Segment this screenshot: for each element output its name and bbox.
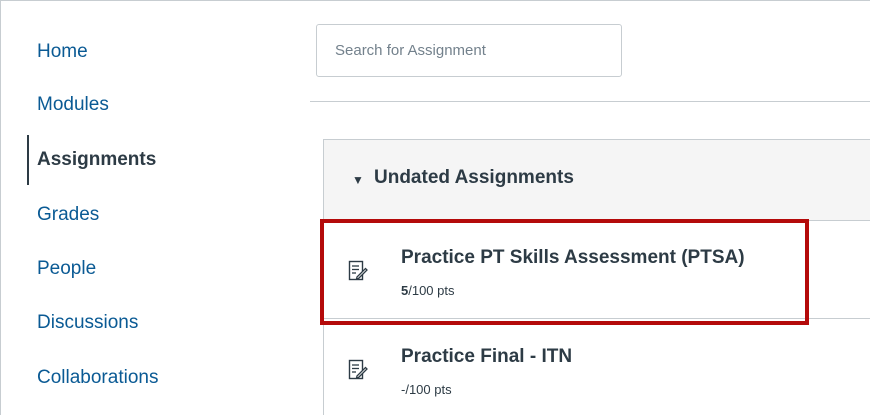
nav-item-people[interactable]: People (37, 254, 96, 284)
caret-down-icon: ▼ (352, 173, 364, 187)
assignment-points: -/100 pts (401, 382, 452, 397)
nav-active-indicator (27, 135, 29, 185)
assignment-edit-icon (348, 359, 368, 380)
nav-item-discussions[interactable]: Discussions (37, 308, 138, 338)
assignment-total: /100 pts (405, 382, 452, 397)
highlight-box (320, 219, 809, 325)
assignment-row[interactable]: Practice Final - ITN -/100 pts (324, 320, 870, 418)
nav-item-assignments[interactable]: Assignments (37, 145, 156, 175)
nav-item-collaborations[interactable]: Collaborations (37, 363, 158, 393)
assignment-title[interactable]: Practice Final - ITN (401, 346, 572, 368)
nav-item-modules[interactable]: Modules (37, 90, 109, 120)
search-assignment-input[interactable] (316, 24, 622, 77)
assignment-group-title: Undated Assignments (374, 167, 574, 188)
nav-item-home[interactable]: Home (37, 37, 88, 67)
course-navigation: Home Modules Assignments Grades People D… (0, 0, 260, 415)
nav-item-grades[interactable]: Grades (37, 200, 99, 230)
assignment-group-header[interactable]: ▼ Undated Assignments (324, 140, 870, 221)
divider (310, 101, 870, 102)
